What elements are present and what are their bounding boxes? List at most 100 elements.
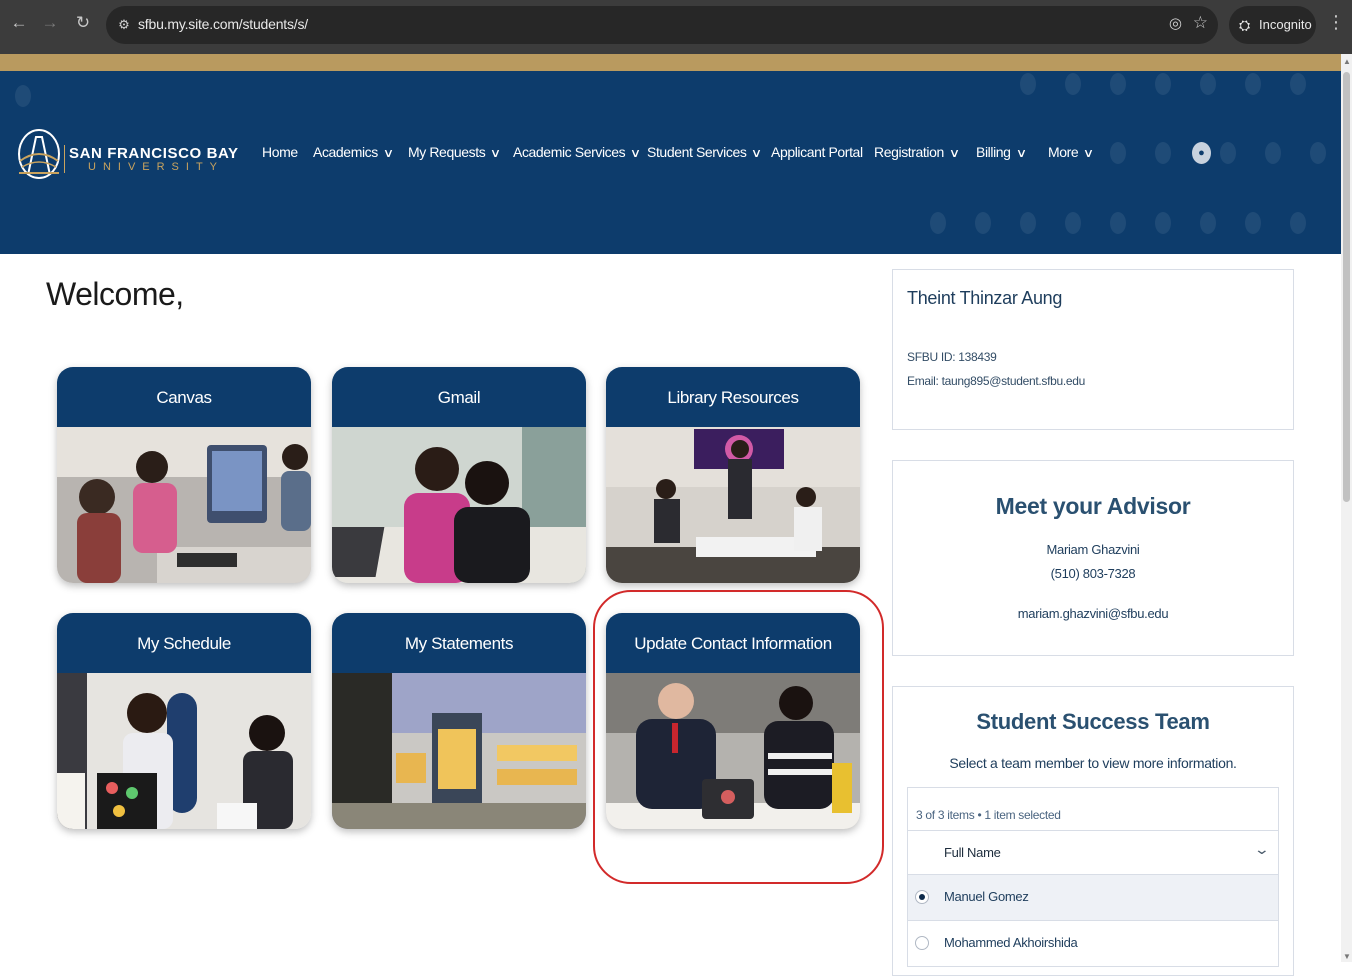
chevron-down-icon[interactable]: ∨ [383, 146, 394, 160]
decorative-dot [1110, 212, 1126, 234]
decorative-dot [1200, 212, 1216, 234]
decorative-dot [1245, 212, 1261, 234]
incognito-icon: ⛭ [1239, 17, 1251, 33]
nav-item-more[interactable]: More ∨ [1048, 144, 1094, 164]
browser-menu-icon[interactable]: ⋮ [1327, 12, 1345, 33]
chevron-down-icon[interactable]: ∨ [490, 146, 501, 160]
team-table: 3 of 3 items • 1 item selected Full Name… [907, 787, 1279, 967]
column-header-label: Full Name [944, 845, 1001, 860]
decorative-dot [1290, 73, 1306, 95]
column-header-full-name[interactable]: Full Name ⌄ [908, 830, 1278, 874]
decorative-dot [15, 85, 31, 107]
nav-item-academics[interactable]: Academics ∨ [313, 144, 394, 164]
advisor-email[interactable]: mariam.ghazvini@sfbu.edu [893, 606, 1293, 621]
nav-item-label: Billing [976, 144, 1011, 160]
nav-item-registration[interactable]: Registration ∨ [874, 144, 960, 164]
tile-image-lecture [606, 427, 860, 583]
decorative-dot [1065, 73, 1081, 95]
tile-my-schedule[interactable]: My Schedule [57, 613, 311, 829]
scrollbar-thumb[interactable] [1343, 72, 1350, 502]
tile-label: My Schedule [57, 613, 311, 673]
logo-divider [64, 145, 65, 173]
decorative-dot [1155, 212, 1171, 234]
tile-image-event [57, 673, 311, 829]
nav-item-label: Academic Services [513, 144, 626, 160]
tile-gmail[interactable]: Gmail [332, 367, 586, 583]
bookmark-star-icon[interactable]: ☆ [1193, 13, 1208, 33]
incognito-badge[interactable]: ⛭ Incognito [1229, 6, 1316, 44]
profile-card: Theint Thinzar Aung SFBU ID: 138439 Emai… [892, 269, 1294, 430]
decorative-dot [1265, 142, 1281, 164]
decorative-dot [1200, 73, 1216, 95]
advisor-name: Mariam Ghazvini [1046, 542, 1140, 557]
team-member-name: Mohammed Akhoirshida [944, 935, 1078, 950]
nav-item-my-requests[interactable]: My Requests ∨ [408, 144, 501, 164]
logo-line2: UNIVERSITY [88, 161, 225, 173]
decorative-dot [1065, 212, 1081, 234]
advisor-card: Meet your Advisor Mariam Ghazvini (510) … [892, 460, 1294, 656]
chevron-down-icon[interactable]: ⌄ [1254, 841, 1270, 858]
site-settings-icon[interactable]: ⚙ [114, 15, 134, 35]
address-bar[interactable]: ⚙ sfbu.my.site.com/students/s/ ◎ ☆ [106, 6, 1218, 44]
decorative-dot [1155, 142, 1171, 164]
student-id: SFBU ID: 138439 [907, 350, 997, 364]
highlight-annotation-circle [593, 590, 884, 884]
chevron-down-icon[interactable]: ∨ [1083, 146, 1094, 160]
gold-accent-strip [0, 54, 1341, 71]
team-heading: Student Success Team [976, 709, 1210, 734]
row-radio-selected[interactable] [915, 890, 929, 904]
nav-item-label: Student Services [647, 144, 747, 160]
nav-item-applicant-portal[interactable]: Applicant Portal [771, 144, 863, 164]
tile-canvas[interactable]: Canvas [57, 367, 311, 583]
url-text[interactable]: sfbu.my.site.com/students/s/ [138, 16, 308, 32]
chevron-down-icon[interactable]: ∨ [630, 146, 641, 160]
nav-item-academic-services[interactable]: Academic Services ∨ [513, 144, 641, 164]
team-subheading: Select a team member to view more inform… [949, 755, 1237, 771]
advisor-heading: Meet your Advisor [995, 493, 1191, 519]
site-header: SAN FRANCISCO BAY UNIVERSITY Home Academi… [0, 71, 1341, 254]
chevron-down-icon[interactable]: ∨ [751, 146, 762, 160]
tile-image-classroom [57, 427, 311, 583]
row-radio[interactable] [915, 936, 929, 950]
welcome-heading: Welcome, [46, 276, 184, 312]
page-scrollbar[interactable]: ▲ ▼ [1341, 54, 1352, 962]
nav-item-label: Registration [874, 144, 944, 160]
decorative-dot [1245, 73, 1261, 95]
nav-item-home[interactable]: Home [262, 144, 298, 164]
decorative-dot [930, 212, 946, 234]
reload-icon[interactable]: ↻ [72, 12, 94, 34]
decorative-dot [1020, 212, 1036, 234]
user-avatar-icon[interactable]: ● [1192, 142, 1211, 164]
nav-item-billing[interactable]: Billing ∨ [976, 144, 1027, 164]
decorative-dot [1020, 73, 1036, 95]
table-row[interactable]: Manuel Gomez [908, 874, 1278, 920]
chevron-down-icon[interactable]: ∨ [1015, 146, 1026, 160]
tile-label: Library Resources [606, 367, 860, 427]
bridge-logo-icon [18, 129, 60, 179]
tile-label: My Statements [332, 613, 586, 673]
scroll-down-icon[interactable]: ▼ [1343, 952, 1351, 961]
browser-toolbar: ← → ↻ ⚙ sfbu.my.site.com/students/s/ ◎ ☆… [0, 0, 1352, 54]
nav-item-label: Academics [313, 144, 378, 160]
advisor-phone: (510) 803-7328 [1050, 566, 1136, 581]
back-arrow-icon[interactable]: ← [8, 12, 30, 34]
logo-line1: SAN FRANCISCO BAY [69, 145, 239, 162]
nav-item-student-services[interactable]: Student Services ∨ [647, 144, 763, 164]
decorative-dot [1290, 212, 1306, 234]
tile-image-students [332, 427, 586, 583]
nav-item-label: Home [262, 144, 298, 160]
tile-library-resources[interactable]: Library Resources [606, 367, 860, 583]
scroll-up-icon[interactable]: ▲ [1343, 57, 1351, 66]
tile-label: Canvas [57, 367, 311, 427]
student-success-team-card: Student Success Team Select a team membe… [892, 686, 1294, 976]
team-member-name: Manuel Gomez [944, 889, 1029, 904]
decorative-dot [1220, 142, 1236, 164]
table-row[interactable]: Mohammed Akhoirshida [908, 920, 1278, 966]
tile-my-statements[interactable]: My Statements [332, 613, 586, 829]
forward-arrow-icon[interactable]: → [39, 12, 61, 34]
university-logo[interactable]: SAN FRANCISCO BAY UNIVERSITY [16, 127, 238, 183]
tracking-protection-icon[interactable]: ◎ [1169, 14, 1182, 32]
student-email: Email: taung895@student.sfbu.edu [907, 374, 1086, 388]
decorative-dot [1110, 73, 1126, 95]
chevron-down-icon[interactable]: ∨ [949, 146, 960, 160]
